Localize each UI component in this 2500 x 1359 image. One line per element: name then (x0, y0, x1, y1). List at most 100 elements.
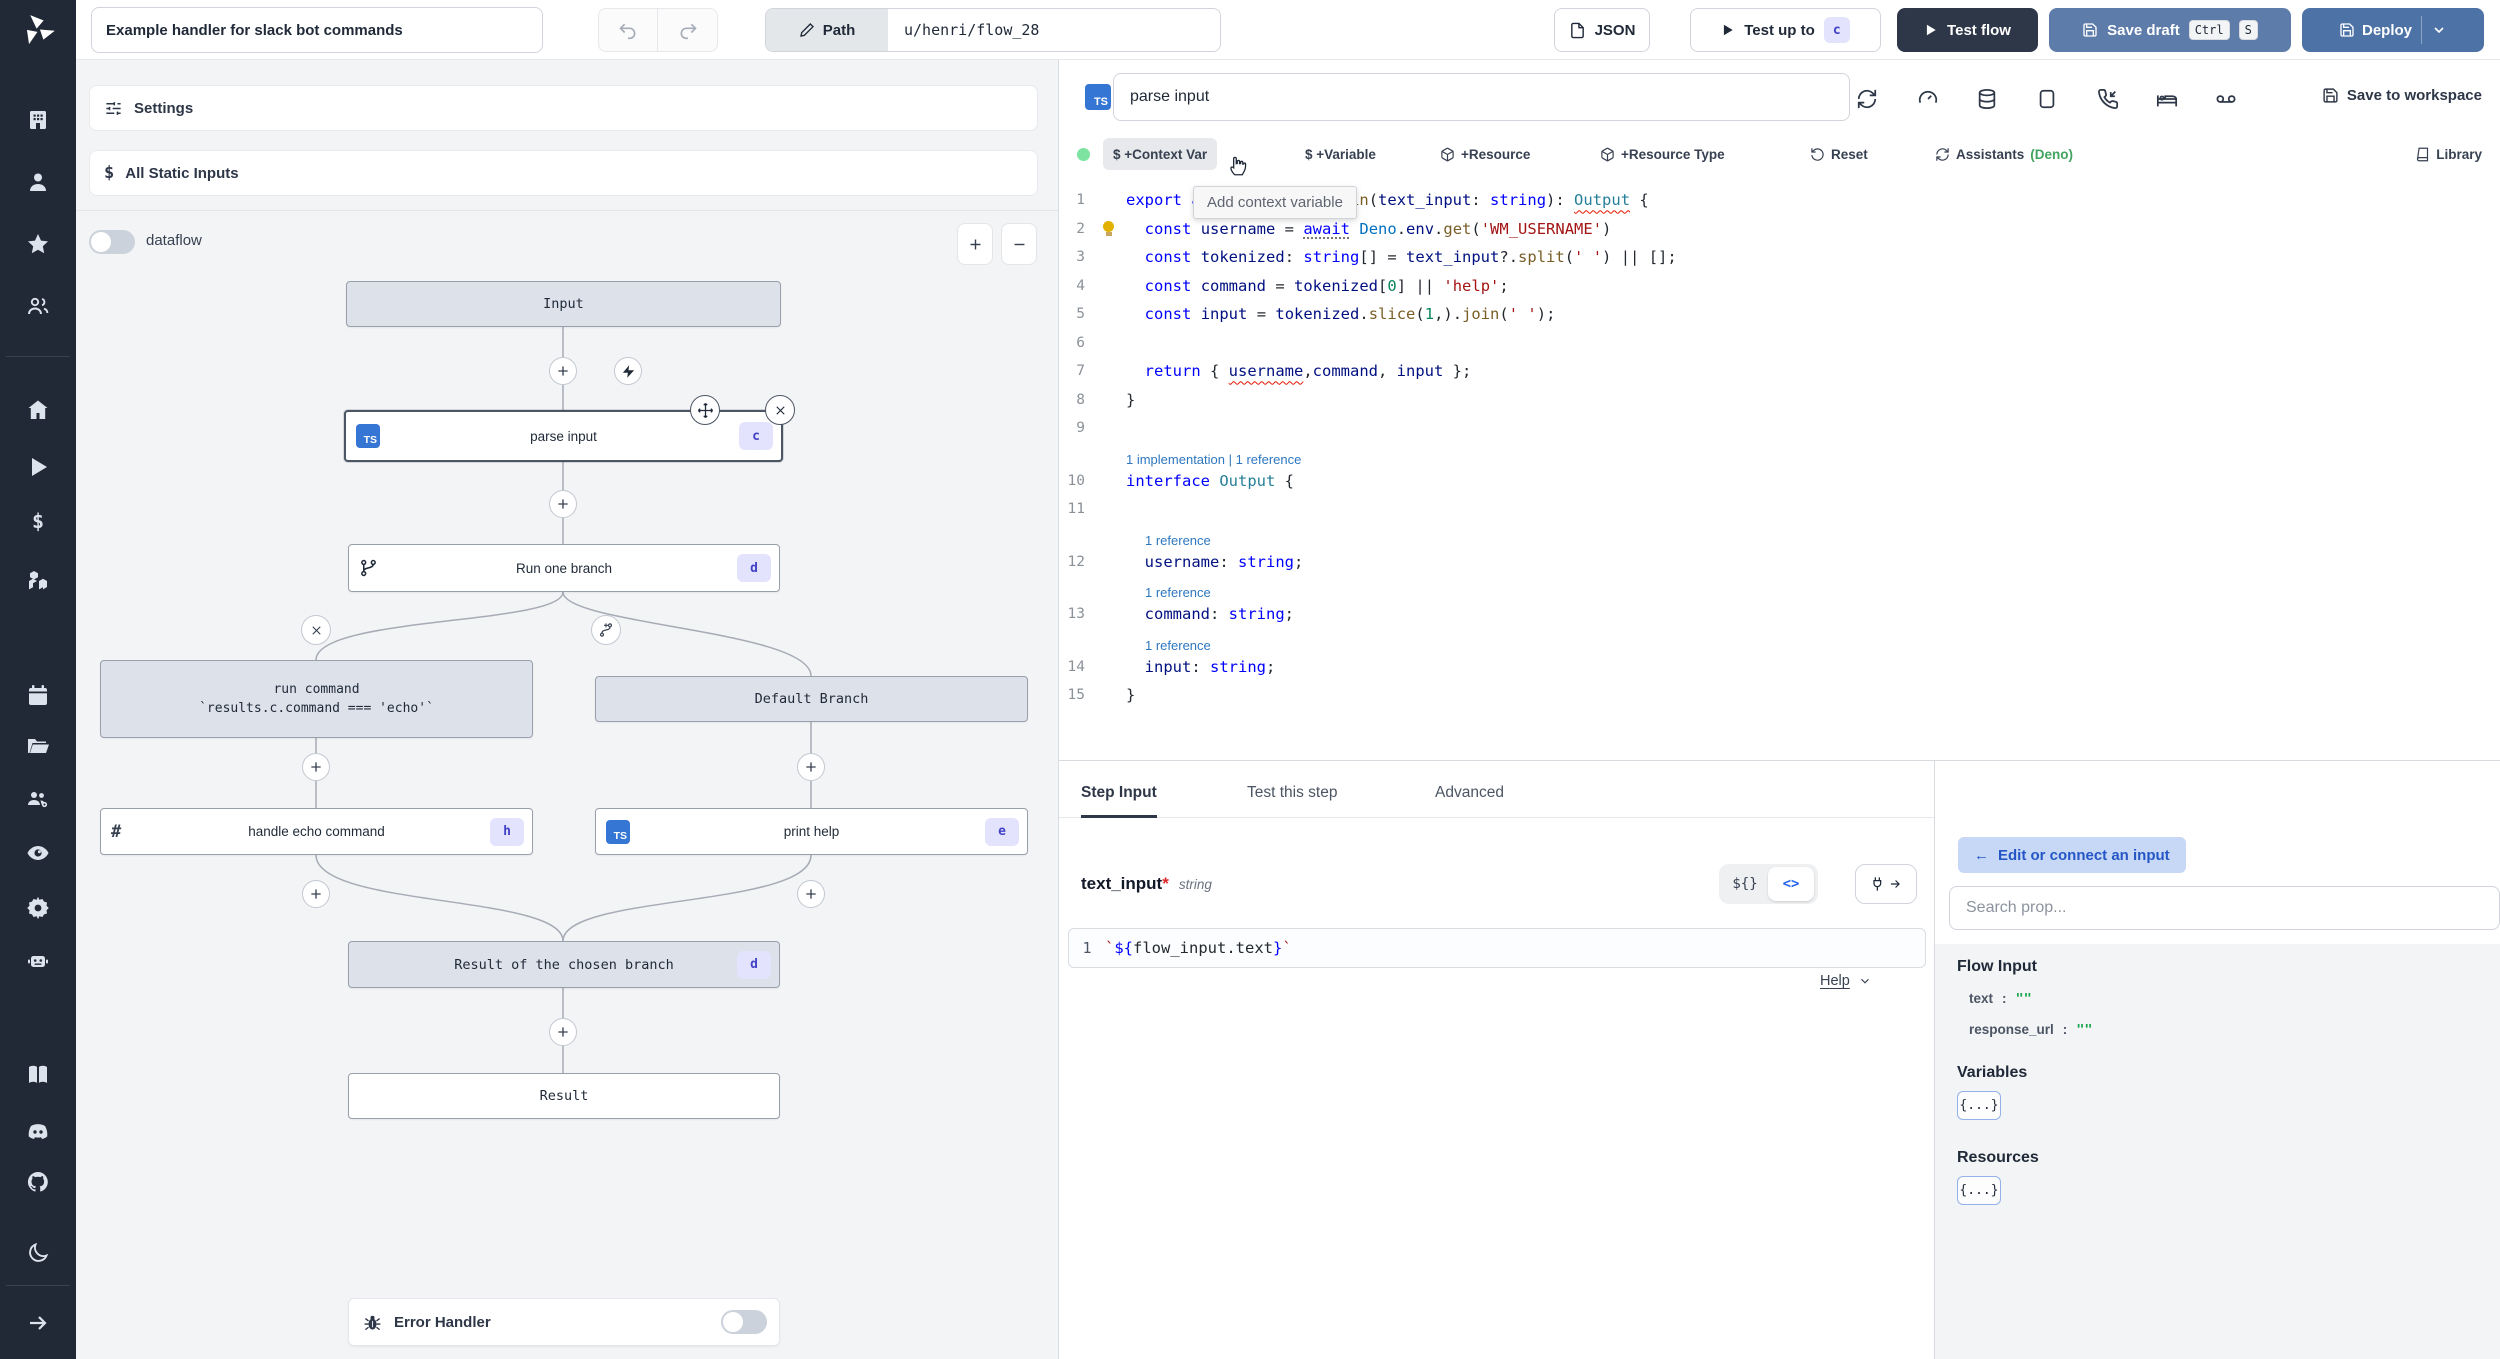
expand-arrow-icon[interactable] (26, 1311, 50, 1335)
test-up-to-button[interactable]: Test up to c (1690, 8, 1881, 52)
add-step-button[interactable] (797, 880, 825, 908)
value-editor[interactable]: 1 `${flow_input.text}` (1068, 928, 1926, 968)
docs-book-icon[interactable] (26, 1063, 50, 1087)
connect-plug-button[interactable] (1855, 864, 1917, 904)
runs-play-icon[interactable] (26, 455, 50, 479)
save-icon (2340, 23, 2354, 37)
flow-node-branch-result[interactable]: Result of the chosen branch d (348, 941, 780, 988)
flow-node-run-one-branch[interactable]: Run one branch d (348, 544, 780, 592)
add-resource-type-button[interactable]: +Resource Type (1590, 138, 1735, 170)
assistants-button[interactable]: Assistants (Deno) (1925, 138, 2083, 170)
user-icon[interactable] (26, 170, 50, 194)
flow-node-input[interactable]: Input (346, 281, 781, 327)
line-number: 1 (1082, 939, 1092, 957)
suspend-phone-icon[interactable] (2097, 88, 2119, 110)
save-to-workspace-button[interactable]: Save to workspace (2322, 87, 2482, 104)
test-flow-button[interactable]: Test flow (1897, 8, 2038, 52)
variables-object-button[interactable]: {...} (1957, 1091, 2001, 1120)
tab-test-this-step[interactable]: Test this step (1247, 775, 1337, 818)
reset-button[interactable]: Reset (1800, 138, 1878, 170)
error-handler-toggle[interactable] (721, 1310, 767, 1334)
search-prop-input[interactable] (1949, 886, 2500, 930)
add-step-button[interactable] (302, 880, 330, 908)
chevron-down-icon[interactable] (2431, 22, 2447, 38)
path-field[interactable]: Path u/henri/flow_28 (765, 8, 1221, 52)
windmill-flow-editor: $ Path u/henri/flow_28 JSON (0, 0, 2500, 1359)
tab-advanced[interactable]: Advanced (1435, 775, 1504, 818)
variables-dollar-icon[interactable]: $ (26, 509, 50, 533)
remove-branch-button[interactable] (301, 615, 331, 645)
add-step-button[interactable] (549, 490, 577, 518)
delete-step-button[interactable] (765, 395, 795, 425)
expr-mode-button[interactable]: ${} (1722, 867, 1768, 901)
flow-node-result[interactable]: Result (348, 1073, 780, 1119)
add-step-button[interactable] (549, 1018, 577, 1046)
audit-eye-icon[interactable] (26, 841, 50, 865)
redo-button[interactable] (658, 8, 718, 52)
save-draft-button[interactable]: Save draft Ctrl S (2049, 8, 2291, 52)
kbd-ctrl: Ctrl (2188, 20, 2230, 40)
deploy-button[interactable]: Deploy (2302, 8, 2484, 52)
schedules-calendar-icon[interactable] (26, 683, 50, 707)
prop-row-text[interactable]: text: "" (1969, 991, 2500, 1007)
resources-title: Resources (1957, 1149, 2039, 1166)
add-resource-button[interactable]: +Resource (1430, 138, 1540, 170)
divider (2421, 16, 2422, 44)
github-icon[interactable] (26, 1170, 50, 1194)
value-code[interactable]: `${flow_input.text}` (1105, 939, 1292, 957)
chevron-down-icon (1860, 978, 1869, 984)
book-icon (2417, 147, 2429, 161)
voicemail-icon[interactable] (2215, 88, 2237, 110)
field-type: string (1178, 877, 1212, 892)
undo-button[interactable] (598, 8, 658, 52)
dark-mode-moon-icon[interactable] (26, 1241, 50, 1265)
vertical-divider (1058, 60, 1059, 1359)
help-link[interactable]: Help (1820, 973, 1872, 989)
prop-row-response-url[interactable]: response_url: "" (1969, 1022, 2500, 1038)
json-button[interactable]: JSON (1554, 8, 1650, 52)
step-id-badge: d (737, 950, 771, 979)
resources-object-button[interactable]: {...} (1957, 1176, 2001, 1205)
cache-database-icon[interactable] (1976, 88, 1998, 110)
folders-icon[interactable] (26, 734, 50, 758)
add-context-var-button[interactable]: $ +Context Var (1103, 138, 1218, 170)
add-step-button[interactable] (302, 753, 330, 781)
workers-robot-icon[interactable] (26, 949, 50, 973)
edit-or-connect-button[interactable]: ← Edit or connect an input (1958, 837, 2186, 873)
early-stop-gauge-icon[interactable] (1917, 88, 1939, 110)
flow-node-run-command-branch[interactable]: run command `results.c.command === 'echo… (100, 660, 533, 738)
add-variable-button[interactable]: $ +Variable (1295, 138, 1386, 170)
home-icon[interactable] (26, 398, 50, 422)
flow-node-default-branch[interactable]: Default Branch (595, 676, 1028, 722)
settings-gear-icon[interactable] (26, 895, 50, 919)
flow-node-handle-echo-command[interactable]: # handle echo command h (100, 808, 533, 855)
code-mode-button[interactable]: <> (1768, 867, 1814, 901)
tab-step-input[interactable]: Step Input (1081, 775, 1157, 818)
tabs-row: Step Input Test this step Advanced (1059, 761, 1934, 818)
add-step-button[interactable] (549, 357, 577, 385)
trigger-zap-button[interactable] (614, 357, 642, 385)
field-label: text_input* string (1081, 874, 1212, 893)
path-value[interactable]: u/henri/flow_28 (888, 9, 1220, 51)
retries-refresh-icon[interactable] (1856, 88, 1878, 110)
workspace-icon[interactable] (26, 108, 50, 132)
error-handler-card[interactable]: Error Handler (348, 1298, 780, 1346)
step-name-input[interactable] (1113, 73, 1850, 121)
groups-settings-icon[interactable] (26, 787, 50, 811)
sleep-bed-icon[interactable] (2156, 88, 2178, 110)
resources-cubes-icon[interactable] (26, 568, 50, 592)
box-icon (1441, 147, 1454, 161)
add-step-button[interactable] (797, 753, 825, 781)
mock-square-icon[interactable] (2036, 88, 2058, 110)
move-step-button[interactable] (690, 395, 720, 425)
star-icon[interactable] (26, 232, 50, 256)
flow-node-print-help[interactable]: TS print help e (595, 808, 1028, 855)
library-button[interactable]: Library (2405, 138, 2492, 170)
code-lines[interactable]: 1export async function main(text_input: … (1059, 186, 2500, 710)
flow-title-input[interactable] (91, 7, 543, 53)
discord-icon[interactable] (26, 1120, 50, 1144)
groups-icon[interactable] (26, 294, 50, 318)
add-branch-button[interactable] (591, 615, 621, 645)
windmill-logo-icon[interactable] (0, 0, 76, 60)
code-editor[interactable]: 1export async function main(text_input: … (1059, 178, 2500, 761)
